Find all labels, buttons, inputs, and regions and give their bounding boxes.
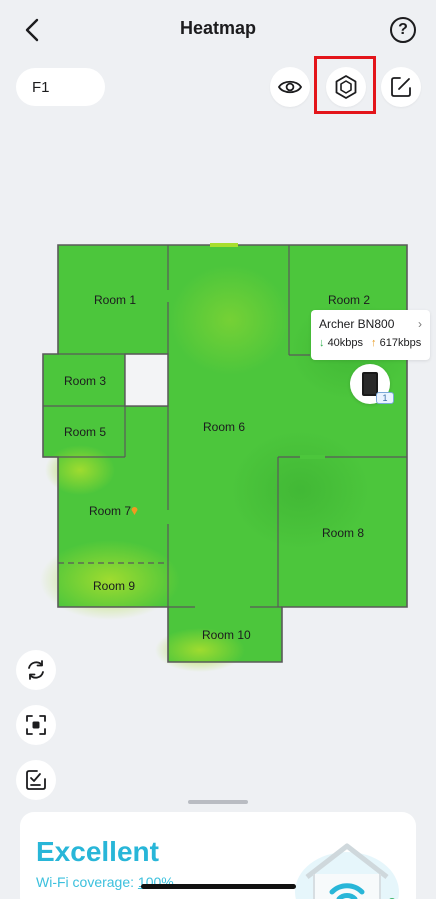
question-icon: ? <box>398 21 408 38</box>
room-label: Room 1 <box>94 293 137 307</box>
home-indicator <box>141 884 296 889</box>
device-name: Archer BN800 <box>319 317 395 331</box>
upload-speed: 617kbps <box>379 337 422 349</box>
focus-button[interactable] <box>16 705 56 745</box>
edit-button[interactable] <box>381 67 421 107</box>
room-label: Room 3 <box>64 374 107 388</box>
floor-label: F1 <box>32 78 50 96</box>
room-label: Room 6 <box>203 420 246 434</box>
sheet-handle[interactable] <box>188 800 248 804</box>
coverage-label: Wi-Fi coverage: <box>36 874 138 890</box>
selection-highlight <box>314 56 376 114</box>
download-arrow-icon: ↓ <box>319 337 325 349</box>
checklist-icon <box>26 770 46 790</box>
focus-icon <box>26 715 46 735</box>
room-label: Room 5 <box>64 425 107 439</box>
floorplan-svg <box>40 243 410 672</box>
eye-icon <box>278 80 302 94</box>
room-label: Room 10 <box>202 628 251 642</box>
help-button[interactable]: ? <box>390 17 416 43</box>
room-label: Room 8 <box>322 526 365 540</box>
chevron-right-icon: › <box>418 317 422 331</box>
heatmap-floorplan[interactable]: Room 1 Room 2 Room 3 Room 5 Room 6 Room … <box>0 230 436 680</box>
room-label: Room 7 <box>89 504 132 518</box>
room-label: Room 9 <box>93 579 136 593</box>
page-title: Heatmap <box>179 18 257 38</box>
house-wifi-icon <box>295 843 399 899</box>
refresh-icon <box>28 660 44 680</box>
device-tooltip[interactable]: Archer BN800 › ↓ 40kbps ↑ 617kbps <box>311 310 430 360</box>
device-count-badge: 1 <box>376 392 394 404</box>
upload-arrow-icon: ↑ <box>371 337 377 349</box>
floor-selector[interactable]: F1 <box>16 68 105 106</box>
refresh-button[interactable] <box>16 650 56 690</box>
location-pin-icon <box>131 507 138 515</box>
room-label: Room 2 <box>328 293 371 307</box>
download-speed: 40kbps <box>327 337 364 349</box>
edit-icon <box>391 77 411 97</box>
view-button[interactable] <box>270 67 310 107</box>
checklist-button[interactable] <box>16 760 56 800</box>
coverage-rating: Excellent <box>36 836 159 867</box>
header: Heatmap ? <box>0 0 436 60</box>
